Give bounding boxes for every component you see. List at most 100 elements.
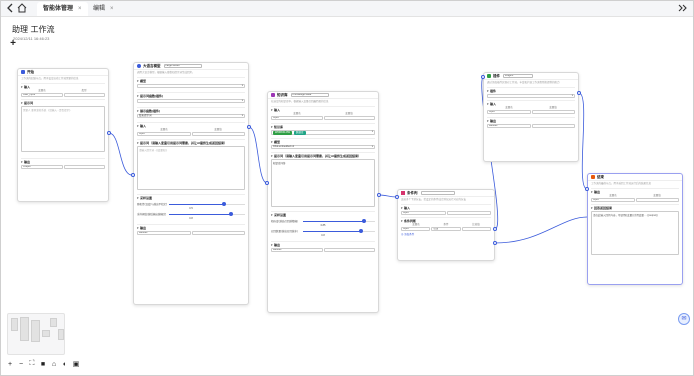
node-name-input[interactable]: Plugins: [503, 74, 533, 78]
output-name-input[interactable]: Results: [137, 231, 191, 235]
variable-value-select[interactable]: [191, 132, 245, 136]
slider-handle[interactable]: [221, 202, 226, 206]
section-title[interactable]: 提示词（请输入变量引用提示词需要，并让AI最终生成返回结果）: [137, 141, 245, 145]
end-node[interactable]: 结束 工作流的最终节点，用于返回工作流运行后的结果信息 输出 变量名 变量值 In…: [587, 173, 683, 285]
zoom-in-button[interactable]: +: [6, 361, 14, 368]
slider-handle[interactable]: [358, 229, 363, 233]
section-title[interactable]: 展示函数(插件): [137, 109, 245, 113]
section-title[interactable]: 模型: [271, 140, 375, 144]
back-icon[interactable]: [6, 2, 14, 16]
section-title[interactable]: 提示词函数(插件): [137, 94, 245, 98]
model-select[interactable]: [137, 84, 245, 88]
section-title[interactable]: 提示词: [21, 101, 105, 105]
plugin-select[interactable]: [487, 94, 575, 98]
close-icon[interactable]: ×: [78, 6, 82, 12]
reply-textarea[interactable]: 请在此输入回复内容，可使用{{变量}}引用变量 ... {{output}}: [591, 211, 679, 255]
output-type-select[interactable]: [531, 124, 575, 128]
add-node-button[interactable]: +: [8, 39, 18, 49]
output-name-input[interactable]: Results: [271, 248, 323, 252]
section-title[interactable]: 输出: [487, 119, 575, 123]
output-name-input[interactable]: Input: [591, 198, 635, 202]
end-input-handle[interactable]: [585, 187, 589, 191]
variable-name-input[interactable]: Input: [401, 211, 446, 215]
condition-value-input[interactable]: [461, 227, 491, 231]
kb-tag[interactable]: WORKFLOW: [273, 131, 292, 135]
minimap-toggle-icon[interactable]: ▣: [72, 360, 80, 368]
minimap[interactable]: [7, 313, 65, 355]
variable-value-select[interactable]: [531, 110, 575, 114]
output-type-select[interactable]: [323, 248, 375, 252]
top-p-slider[interactable]: [169, 212, 245, 216]
kb-select[interactable]: WORKFLOW 数据库: [271, 130, 375, 135]
node-name-input[interactable]: Knowledge Base: [290, 93, 329, 97]
section-title[interactable]: 输出: [21, 160, 105, 164]
home-view-icon[interactable]: ⌂: [50, 361, 58, 368]
section-title[interactable]: 插件: [487, 89, 575, 93]
section-title[interactable]: 提示词（请输入变量引用提示词需要，并让AI最终生成返回结果）: [271, 154, 375, 158]
condition-operator-select[interactable]: 包含: [431, 227, 461, 231]
plugin-output-handle[interactable]: [577, 91, 581, 95]
chat-assistant-button[interactable]: ✉: [678, 313, 690, 325]
output-value-select[interactable]: [635, 198, 679, 202]
knowledge-output-handle[interactable]: [377, 193, 381, 197]
condition-variable-select[interactable]: Input: [401, 227, 431, 231]
plugin-input-handle[interactable]: [481, 75, 485, 79]
model-select[interactable]: Chat.embedded.v1: [271, 145, 375, 149]
output-type-select[interactable]: [63, 165, 105, 169]
temperature-slider[interactable]: [169, 202, 245, 206]
section-title[interactable]: 条件判断: [401, 219, 491, 223]
variable-value-select[interactable]: [446, 211, 491, 215]
output-type-select[interactable]: [191, 231, 245, 235]
variable-name-input[interactable]: Input: [487, 110, 531, 114]
variable-name-input[interactable]: Input: [137, 132, 191, 136]
workflow-canvas[interactable]: 助理 工作流 2024/12/11 16:46:23 + 开始 工作流的起始节点…: [1, 17, 693, 375]
output-name-input[interactable]: Output: [21, 165, 63, 169]
variable-type-select[interactable]: [63, 93, 105, 97]
similarity-slider[interactable]: [303, 219, 375, 223]
kb-tag[interactable]: 数据库: [294, 131, 306, 135]
add-condition-button[interactable]: ⊕ 添加条件: [401, 232, 491, 236]
condition-true-handle[interactable]: [493, 227, 497, 231]
recall-slider[interactable]: [303, 229, 375, 233]
start-node[interactable]: 开始 工作流的起始节点，用于设定启动工作流需要的信息 输入 变量名 类型 User…: [17, 68, 109, 202]
prompt-textarea[interactable]: 需要人 要开发的系统 《请输入 - 是否提示》: [21, 106, 105, 152]
knowledge-input-handle[interactable]: [265, 181, 269, 185]
section-title[interactable]: 输入: [401, 206, 491, 210]
knowledge-node[interactable]: 知识库 Knowledge Base 在选定的知识库中，根据输入变量召回最匹配的…: [267, 91, 379, 313]
section-title[interactable]: 输出: [271, 243, 375, 247]
llm-node[interactable]: 大语言模型 Large Model 调用大语言模型，根据输入参数和提示词生成回复…: [133, 62, 249, 305]
lock-icon[interactable]: ■: [39, 361, 47, 368]
display-select[interactable]: 暂无提示词: [137, 114, 245, 118]
section-title[interactable]: 采样设置: [137, 196, 245, 200]
section-title[interactable]: 输入: [21, 85, 105, 89]
plugin-node[interactable]: 插件 Plugins 通过添加插件实现对工作流，丰富和扩展工作流程所能提供的能力…: [483, 72, 579, 162]
condition-input-handle[interactable]: [395, 195, 399, 199]
home-icon[interactable]: [17, 2, 27, 16]
prompt-template-select[interactable]: [137, 99, 245, 103]
slider-handle[interactable]: [229, 212, 234, 216]
section-title[interactable]: 输入: [137, 124, 245, 128]
section-title[interactable]: 输入: [487, 102, 575, 106]
zoom-out-button[interactable]: −: [17, 361, 25, 368]
collapse-icon[interactable]: [677, 2, 689, 16]
output-name-input[interactable]: Results: [487, 124, 531, 128]
prompt-textarea[interactable]: 请输入提示词 - {{变量名}}: [137, 146, 245, 190]
variable-name-input[interactable]: User_input: [21, 93, 63, 97]
section-title[interactable]: 回答返回结果: [591, 206, 679, 210]
section-title[interactable]: 知识库: [271, 125, 375, 129]
slider-handle[interactable]: [362, 219, 367, 223]
node-name-input[interactable]: Large Model: [163, 64, 202, 68]
condition-node[interactable]: 条件判 连接多个下游分支，若设定的条件成立则仅运行对应的分支 输入 Input …: [397, 189, 495, 261]
prompt-textarea[interactable]: 知识库问答: [271, 159, 375, 207]
llm-input-handle[interactable]: [131, 173, 135, 177]
section-title[interactable]: 模型: [137, 79, 245, 83]
llm-output-handle[interactable]: [247, 125, 251, 129]
node-name-input[interactable]: [420, 191, 455, 195]
tab-agent-management[interactable]: 智能体管理 ×: [37, 2, 88, 16]
fit-view-icon[interactable]: ⛶: [28, 360, 36, 368]
condition-false-handle[interactable]: [493, 241, 497, 245]
section-title[interactable]: 输出: [591, 190, 679, 194]
variable-value-select[interactable]: [323, 116, 375, 120]
start-output-handle[interactable]: [107, 131, 111, 135]
section-title[interactable]: 输入: [271, 108, 375, 112]
